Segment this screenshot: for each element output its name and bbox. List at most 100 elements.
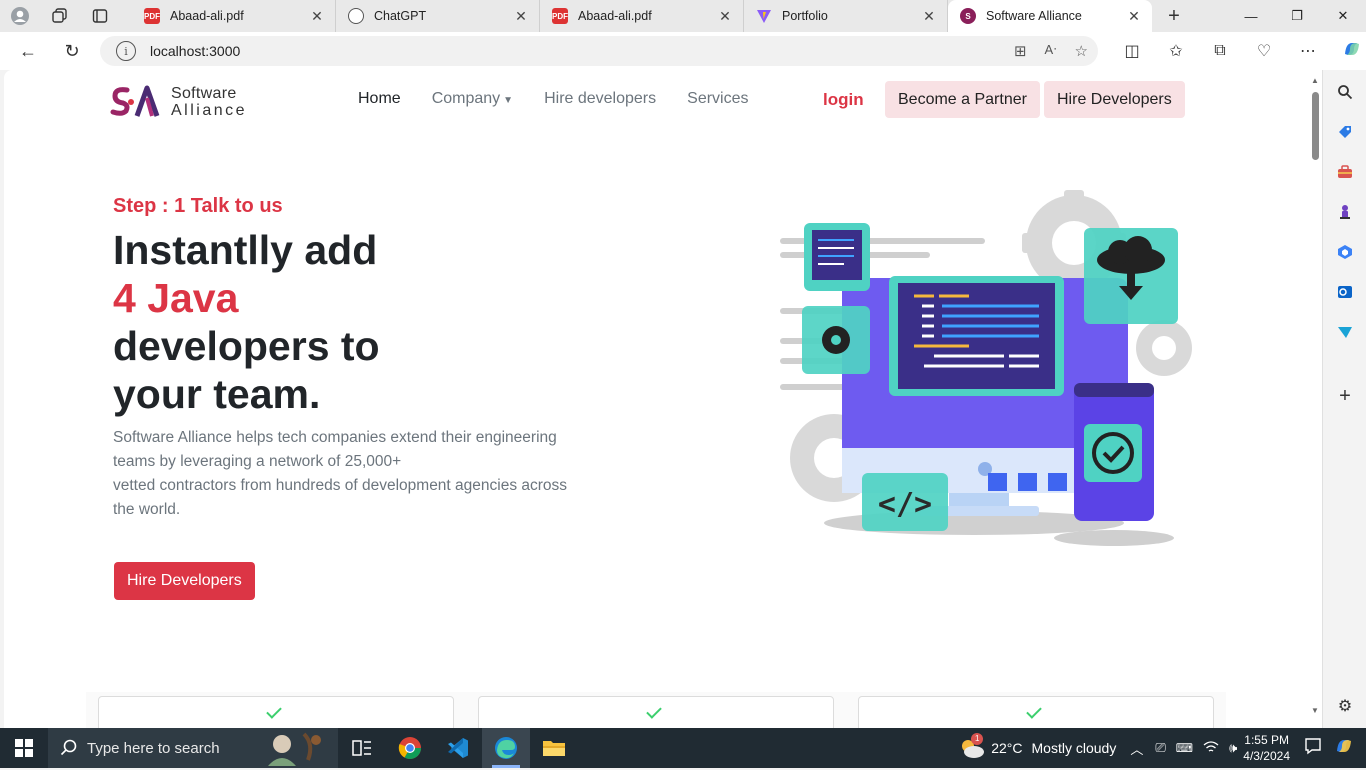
close-icon[interactable]: ✕ xyxy=(309,8,325,25)
tab-title: Abaad-ali.pdf xyxy=(170,9,244,23)
new-tab-button[interactable]: + xyxy=(1152,0,1196,32)
logo-text-line2: Alliance xyxy=(171,102,248,119)
search-icon xyxy=(60,739,77,756)
sidebar-settings-icon[interactable]: ⚙ xyxy=(1335,696,1355,716)
drop-send-icon[interactable] xyxy=(1335,322,1355,342)
taskbar-clock[interactable]: 1:55 PM 4/3/2024 xyxy=(1243,732,1290,764)
split-screen-icon[interactable]: ◫ xyxy=(1110,41,1154,61)
scroll-down-icon[interactable]: ▼ xyxy=(1311,706,1319,715)
input-language-icon[interactable]: ⌨ xyxy=(1176,741,1193,755)
browser-tab[interactable]: Portfolio ✕ xyxy=(744,0,948,32)
address-bar[interactable]: i localhost:3000 ⊞ Aᐧ ☆ xyxy=(100,36,1098,66)
feature-card xyxy=(858,696,1214,728)
hero-description-part2: vetted contractors from hundreds of deve… xyxy=(113,477,568,518)
collections-icon[interactable]: ⧉ xyxy=(1198,42,1242,60)
site-info-icon[interactable]: i xyxy=(116,41,136,61)
file-explorer-icon[interactable] xyxy=(530,728,578,768)
vscode-icon[interactable] xyxy=(434,728,482,768)
feature-card xyxy=(98,696,454,728)
games-icon[interactable] xyxy=(1335,202,1355,222)
checkmark-icon xyxy=(266,703,282,719)
close-icon[interactable]: ✕ xyxy=(921,8,937,25)
checkmark-icon xyxy=(646,703,662,719)
pdf-icon: PDF xyxy=(552,8,568,24)
tab-title: ChatGPT xyxy=(374,9,427,23)
close-icon[interactable]: ✕ xyxy=(513,8,529,25)
workspaces-icon[interactable] xyxy=(40,0,80,32)
url-text[interactable]: localhost:3000 xyxy=(150,43,240,59)
microsoft-365-icon[interactable] xyxy=(1335,242,1355,262)
hero-description-part1: Software Alliance helps tech companies e… xyxy=(113,429,557,470)
caret-down-icon: ▼ xyxy=(503,95,514,106)
nav-company[interactable]: Company ▼ xyxy=(432,90,513,108)
add-sidebar-app-icon[interactable]: + xyxy=(1335,385,1355,407)
windows-start-icon[interactable] xyxy=(0,728,48,768)
headline-line1: Instantlly add xyxy=(113,227,378,273)
tab-actions-icon[interactable] xyxy=(80,0,120,32)
refresh-button[interactable]: ↻ xyxy=(50,32,94,70)
back-button[interactable]: ← xyxy=(6,32,50,70)
browser-tab[interactable]: PDF Abaad-ali.pdf ✕ xyxy=(132,0,336,32)
scrollbar-thumb[interactable] xyxy=(1312,92,1319,160)
clock-date: 4/3/2024 xyxy=(1243,749,1290,763)
address-bar-row: ← ↻ i localhost:3000 ⊞ Aᐧ ☆ ◫ ✩ ⧉ ♡ ⋯ xyxy=(0,32,1366,70)
nav-services[interactable]: Services xyxy=(687,90,748,108)
tab-title: Portfolio xyxy=(782,9,828,23)
copilot-taskbar-icon[interactable] xyxy=(1334,736,1354,761)
edge-icon[interactable] xyxy=(482,728,530,768)
minimize-button[interactable]: — xyxy=(1228,0,1274,32)
copilot-icon[interactable] xyxy=(1330,39,1366,64)
pdf-icon: PDF xyxy=(144,8,160,24)
outlook-icon[interactable] xyxy=(1335,282,1355,302)
favorite-star-icon[interactable]: ☆ xyxy=(1075,42,1088,60)
tools-briefcase-icon[interactable] xyxy=(1335,162,1355,182)
chatgpt-icon xyxy=(348,8,364,24)
favorites-icon[interactable]: ✩ xyxy=(1154,41,1198,61)
close-icon[interactable]: ✕ xyxy=(1126,8,1142,25)
clock-time: 1:55 PM xyxy=(1244,733,1289,747)
hero-headline: Instantlly add 4 Java developers to your… xyxy=(113,226,380,418)
hero-hire-developers-button[interactable]: Hire Developers xyxy=(114,562,255,600)
nav-company-label: Company xyxy=(431,90,501,107)
meet-now-icon[interactable]: ⎚ xyxy=(1155,740,1165,756)
taskbar-search-box[interactable]: Type here to search xyxy=(48,728,338,768)
browser-tab[interactable]: PDF Abaad-ali.pdf ✕ xyxy=(540,0,744,32)
close-icon[interactable]: ✕ xyxy=(717,8,733,25)
volume-icon[interactable]: 🕪 xyxy=(1229,740,1237,756)
search-icon[interactable] xyxy=(1335,82,1355,102)
network-wifi-icon[interactable] xyxy=(1203,740,1219,757)
browser-tab-active[interactable]: S Software Alliance ✕ xyxy=(948,0,1152,32)
nav-home[interactable]: Home xyxy=(358,90,401,108)
checkmark-icon xyxy=(1026,703,1042,719)
weather-temperature: 22°C xyxy=(991,740,1023,756)
browser-essentials-icon[interactable]: ♡ xyxy=(1242,41,1286,61)
more-menu-icon[interactable]: ⋯ xyxy=(1286,41,1330,61)
weather-widget[interactable]: 1 22°C Mostly cloudy xyxy=(959,733,1116,759)
chrome-icon[interactable] xyxy=(386,728,434,768)
app-available-icon[interactable]: ⊞ xyxy=(1014,42,1027,60)
become-partner-button[interactable]: Become a Partner xyxy=(885,81,1040,118)
task-view-icon[interactable] xyxy=(338,728,386,768)
browser-tab[interactable]: ChatGPT ✕ xyxy=(336,0,540,32)
gear-icon xyxy=(822,326,850,354)
shopping-tag-icon[interactable] xyxy=(1335,122,1355,142)
page-scrollbar[interactable]: ▲ ▼ xyxy=(1309,70,1322,728)
hire-developers-nav-button[interactable]: Hire Developers xyxy=(1044,81,1185,118)
restore-button[interactable]: ❐ xyxy=(1274,0,1320,32)
site-logo[interactable]: Software Alliance xyxy=(109,84,247,120)
close-window-button[interactable]: ✕ xyxy=(1320,0,1366,32)
login-link[interactable]: login xyxy=(823,90,864,110)
scroll-up-icon[interactable]: ▲ xyxy=(1311,76,1319,85)
vite-icon xyxy=(756,8,772,24)
search-highlight-image xyxy=(264,730,328,766)
hero-illustration: </> xyxy=(780,190,1192,546)
windows-taskbar: Type here to search 1 22°C Mostly cloudy… xyxy=(0,728,1366,768)
step-label: Step : 1 Talk to us xyxy=(113,195,283,217)
hero-description: Software Alliance helps tech companies e… xyxy=(113,426,583,522)
show-hidden-icons-chevron-icon[interactable]: ︿ xyxy=(1130,739,1143,758)
profile-icon[interactable] xyxy=(0,0,40,32)
read-aloud-icon[interactable]: Aᐧ xyxy=(1045,42,1057,60)
nav-hire-developers[interactable]: Hire developers xyxy=(544,90,656,108)
tab-title: Software Alliance xyxy=(986,9,1082,23)
notifications-icon[interactable] xyxy=(1304,737,1322,760)
